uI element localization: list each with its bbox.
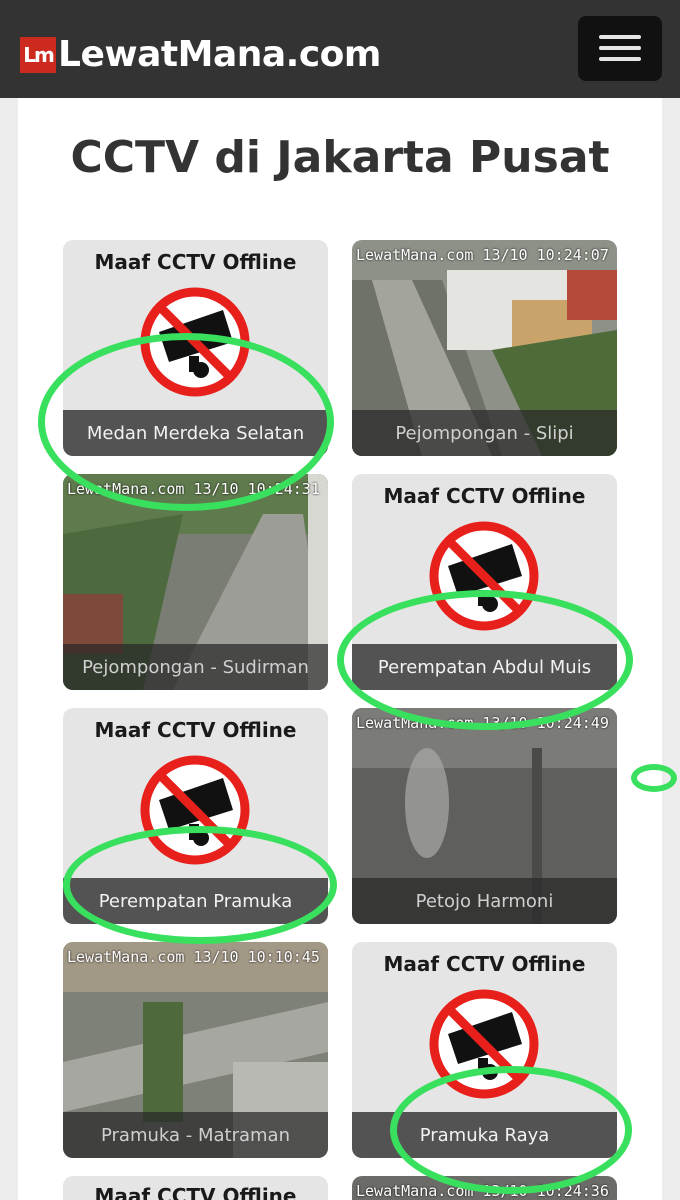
camera-tile[interactable]: Maaf CCTV Offline Medan Merdeka Selatan <box>63 240 328 456</box>
camera-tile[interactable]: LewatMana.com 13/10 10:24:36 <box>352 1176 617 1200</box>
camera-tile[interactable]: Maaf CCTV Offline Perempatan Pramuka <box>63 708 328 924</box>
menu-toggle-button[interactable] <box>578 16 662 81</box>
camera-timestamp: LewatMana.com 13/10 10:24:49 <box>356 714 609 732</box>
camera-tile[interactable]: Maaf CCTV Offline Perempatan Abdul Muis <box>352 474 617 690</box>
camera-tile[interactable]: LewatMana.com 13/10 10:10:45 Pramuka - M… <box>63 942 328 1158</box>
camera-tile[interactable]: Maaf CCTV Offline Pramuka Raya <box>352 942 617 1158</box>
camera-name: Perempatan Pramuka <box>63 878 328 924</box>
camera-offline-icon <box>429 989 539 1099</box>
camera-name: Pramuka - Matraman <box>63 1112 328 1158</box>
camera-name: Perempatan Abdul Muis <box>352 644 617 690</box>
logo-text: LewatMana.com <box>58 34 381 75</box>
logo-mark-icon: Lm <box>20 36 56 73</box>
camera-tile[interactable]: Maaf CCTV Offline <box>63 1176 328 1200</box>
camera-tile[interactable]: LewatMana.com 13/10 10:24:49 Petojo Harm… <box>352 708 617 924</box>
camera-offline-icon <box>140 287 250 397</box>
page-title: CCTV di Jakarta Pusat <box>70 132 610 183</box>
offline-message: Maaf CCTV Offline <box>94 718 297 742</box>
camera-timestamp: LewatMana.com 13/10 10:24:07 <box>356 246 609 264</box>
offline-message: Maaf CCTV Offline <box>383 952 586 976</box>
camera-timestamp: LewatMana.com 13/10 10:10:45 <box>67 948 320 966</box>
camera-name: Pramuka Raya <box>352 1112 617 1158</box>
offline-message: Maaf CCTV Offline <box>383 484 586 508</box>
camera-offline-icon <box>140 755 250 865</box>
camera-name: Pejompongan - Slipi <box>352 410 617 456</box>
camera-name: Medan Merdeka Selatan <box>63 410 328 456</box>
camera-name: Pejompongan - Sudirman <box>63 644 328 690</box>
camera-offline-icon <box>429 521 539 631</box>
top-navbar: Lm LewatMana.com <box>0 0 680 98</box>
offline-message: Maaf CCTV Offline <box>94 1184 297 1200</box>
hamburger-icon <box>599 35 641 39</box>
camera-tile[interactable]: LewatMana.com 13/10 10:24:07 Pejompongan… <box>352 240 617 456</box>
camera-name: Petojo Harmoni <box>352 878 617 924</box>
site-logo[interactable]: Lm LewatMana.com <box>20 34 381 75</box>
offline-message: Maaf CCTV Offline <box>94 250 297 274</box>
camera-timestamp: LewatMana.com 13/10 10:24:36 <box>356 1182 609 1200</box>
camera-timestamp: LewatMana.com 13/10 10:24:31 <box>67 480 320 498</box>
camera-tile[interactable]: LewatMana.com 13/10 10:24:31 Pejompongan… <box>63 474 328 690</box>
